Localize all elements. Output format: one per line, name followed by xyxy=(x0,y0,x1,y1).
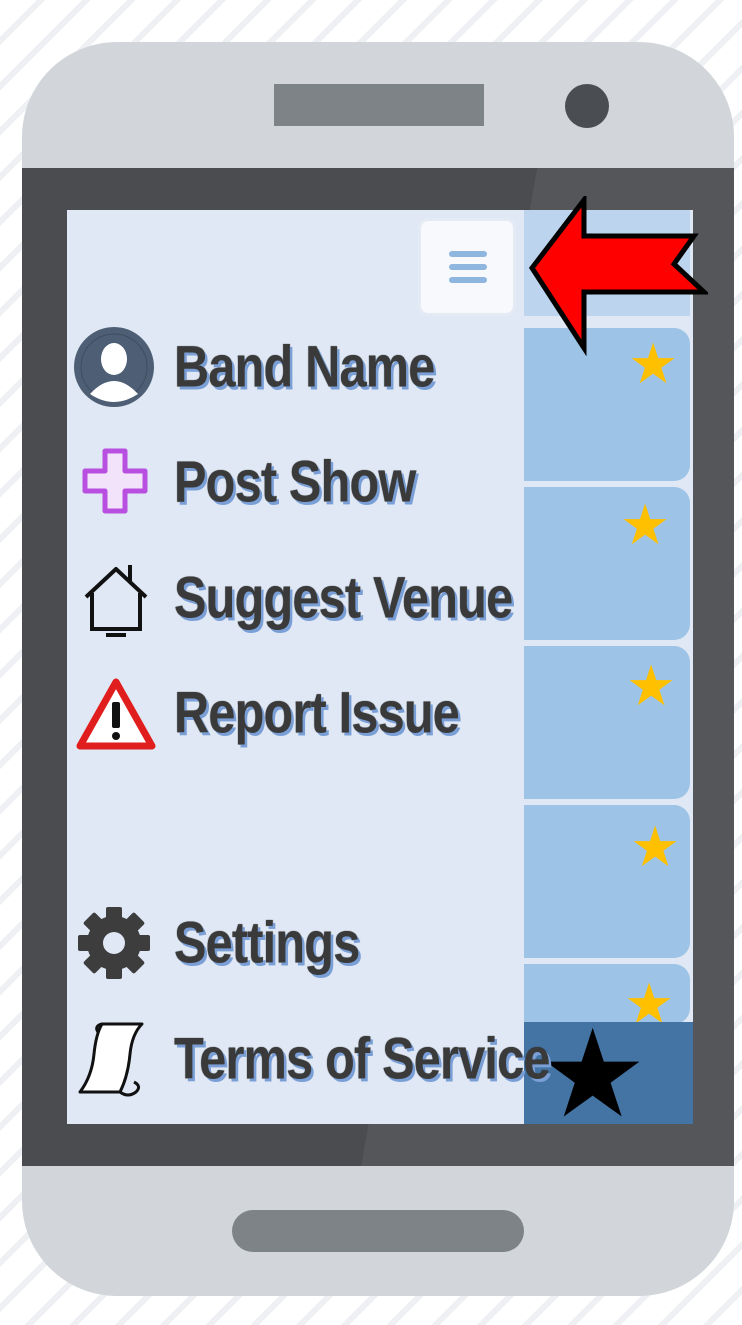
nav-item-band-name[interactable]: Band Name xyxy=(72,322,492,412)
pointer-arrow-icon xyxy=(528,196,708,356)
plus-icon xyxy=(82,448,148,514)
nav-item-post-show[interactable]: Post Show xyxy=(72,437,492,527)
star-icon[interactable]: ★ xyxy=(630,819,680,875)
card-3[interactable]: ★ xyxy=(524,646,690,799)
home-button[interactable] xyxy=(232,1210,524,1252)
house-icon xyxy=(84,565,148,637)
nav-label: Suggest Venue xyxy=(174,565,513,631)
nav-label: Settings xyxy=(174,910,360,976)
favorites-star-icon[interactable]: ★ xyxy=(538,1013,647,1135)
nav-item-terms-of-service[interactable]: Terms of Service xyxy=(72,1014,550,1104)
scroll-icon xyxy=(78,1022,144,1097)
hamburger-menu-icon xyxy=(449,264,487,270)
hamburger-menu-button[interactable] xyxy=(418,218,516,316)
nav-label: Report Issue xyxy=(174,680,460,746)
nav-label: Band Name xyxy=(174,334,435,400)
card-4[interactable]: ★ xyxy=(524,805,690,958)
gear-icon xyxy=(78,907,150,979)
phone-speaker xyxy=(274,84,484,126)
star-icon[interactable]: ★ xyxy=(620,497,670,553)
warning-icon xyxy=(76,678,156,750)
nav-item-settings[interactable]: Settings xyxy=(72,898,492,988)
card-2[interactable]: ★ xyxy=(524,487,690,640)
nav-label: Terms of Service xyxy=(174,1026,550,1092)
phone-camera xyxy=(565,84,609,128)
star-icon[interactable]: ★ xyxy=(626,658,676,714)
nav-item-report-issue[interactable]: Report Issue xyxy=(72,668,492,758)
profile-avatar-icon xyxy=(74,327,154,407)
hamburger-menu-icon xyxy=(449,251,487,257)
nav-label: Post Show xyxy=(174,449,416,515)
hamburger-menu-icon xyxy=(449,277,487,283)
nav-item-suggest-venue[interactable]: Suggest Venue xyxy=(72,553,513,643)
